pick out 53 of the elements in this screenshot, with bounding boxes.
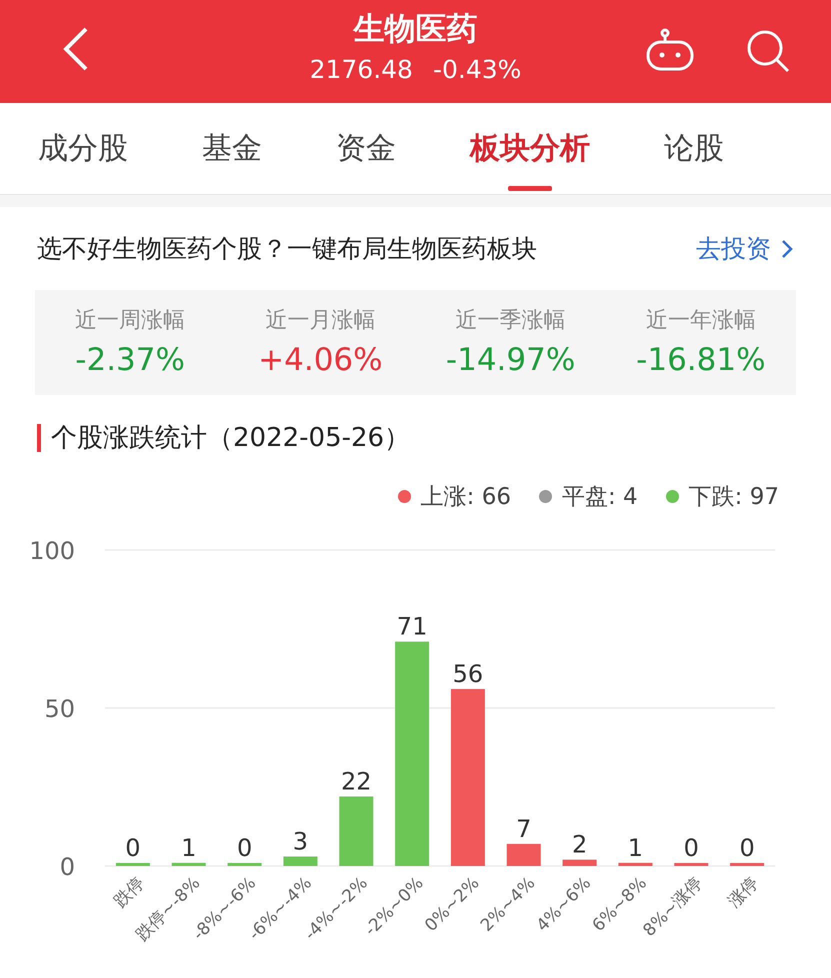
legend-label: 平盘: 4	[562, 482, 638, 512]
bar	[172, 862, 206, 866]
bar-value-label: 0	[236, 834, 252, 862]
bar-value-label: 1	[628, 834, 644, 862]
search-icon[interactable]	[745, 28, 791, 74]
page-title: 生物医药	[354, 10, 478, 49]
tab[interactable]: 资金	[336, 102, 396, 194]
bar	[283, 856, 318, 866]
period-return: +4.06%	[258, 341, 383, 380]
index-change: -0.43%	[432, 54, 522, 86]
section-title: 个股涨跌统计（2022-05-26）	[51, 422, 410, 455]
bar	[618, 862, 652, 866]
bar-value-label: 7	[516, 814, 532, 843]
bar-value-label: 0	[125, 834, 141, 862]
bar	[730, 863, 764, 866]
tab[interactable]: 基金	[202, 102, 262, 194]
period-return: -14.97%	[446, 341, 576, 380]
bar-value-label: 1	[181, 834, 196, 862]
chevron-right-icon	[781, 238, 793, 258]
bar	[339, 796, 374, 866]
axis-tick-label: 50	[44, 695, 75, 723]
period-return: -16.81%	[636, 341, 766, 380]
bar	[116, 863, 150, 866]
bar-value-label: 71	[396, 612, 428, 641]
tab[interactable]: 板块分析	[470, 102, 590, 194]
period-label: 近一月涨幅	[265, 307, 376, 335]
bar	[506, 844, 541, 866]
bar	[228, 863, 262, 866]
promo-text: 选不好生物医药个股？一键布局生物医药板块	[37, 233, 537, 265]
section-marker	[37, 424, 41, 452]
bar	[674, 863, 708, 866]
bar-value-label: 0	[684, 834, 699, 862]
period-label: 近一周涨幅	[75, 307, 186, 335]
legend-label: 上涨: 66	[420, 482, 511, 512]
period-return: -2.37%	[75, 341, 185, 380]
axis-tick-label: 100	[29, 537, 75, 565]
axis-tick-label: 0	[60, 853, 75, 881]
bar-value-label: 3	[292, 828, 308, 856]
bar-value-label: 22	[340, 767, 372, 796]
legend-label: 下跌: 97	[688, 482, 779, 512]
bar	[562, 860, 597, 866]
bar-value-label: 56	[452, 660, 484, 688]
bar-value-label: 2	[572, 830, 588, 859]
category-label: 涨停	[724, 873, 763, 912]
period-label: 近一季涨幅	[456, 307, 566, 335]
index-price: 2176.48	[310, 54, 413, 86]
period-label: 近一年涨幅	[646, 307, 756, 335]
bar-value-label: 0	[739, 834, 755, 862]
tab[interactable]: 成分股	[38, 102, 128, 194]
robot-icon[interactable]	[645, 28, 695, 72]
invest-link[interactable]: 去投资	[696, 232, 793, 265]
tab[interactable]: 论股	[664, 102, 724, 194]
category-label: 跌停	[110, 873, 148, 912]
